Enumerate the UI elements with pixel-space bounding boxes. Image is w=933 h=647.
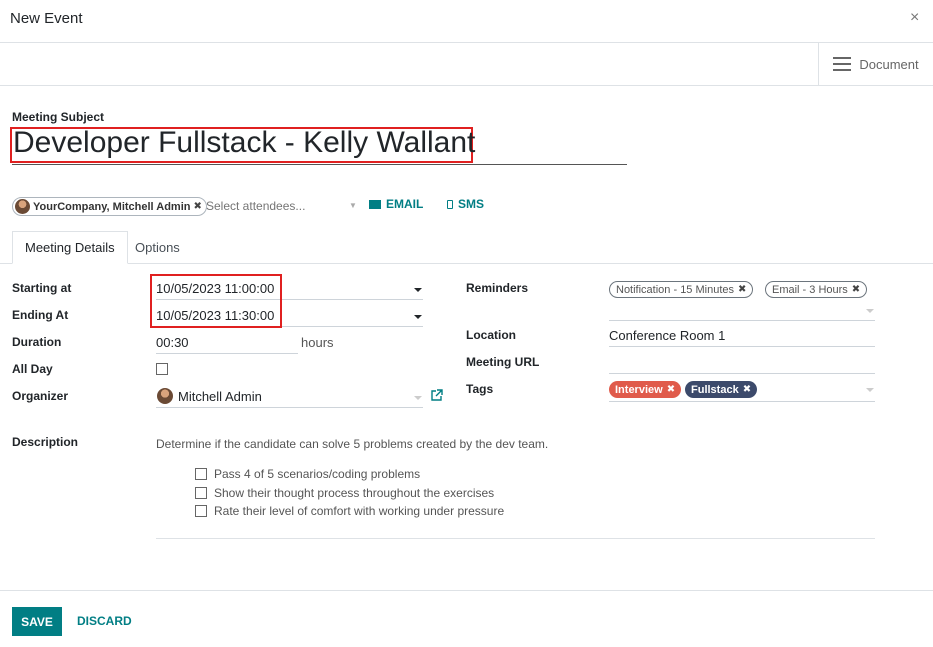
meeting-subject-input[interactable]: Developer Fullstack - Kelly Wallant [13, 126, 475, 160]
attendee-name: YourCompany, Mitchell Admin [33, 200, 191, 213]
chevron-down-icon[interactable] [414, 315, 422, 319]
meeting-subject-label: Meeting Subject [12, 110, 105, 124]
reminder-tag[interactable]: Notification - 15 Minutes ✖ [609, 281, 754, 298]
reminders-label: Reminders [466, 281, 529, 295]
tags-label: Tags [466, 382, 494, 396]
sms-button[interactable]: SMS [447, 197, 484, 211]
chevron-down-icon[interactable] [866, 309, 874, 313]
remove-icon[interactable]: ✖ [738, 284, 746, 295]
tag-interview[interactable]: Interview ✖ [609, 381, 682, 398]
chevron-down-icon[interactable] [866, 388, 874, 392]
tab-options[interactable]: Options [123, 231, 192, 264]
footer-divider [0, 590, 933, 591]
dialog-header [0, 0, 933, 43]
reminders-underline [609, 320, 875, 321]
email-label: EMAIL [386, 197, 424, 211]
reminder-tag[interactable]: Email - 3 Hours ✖ [765, 281, 868, 298]
duration-unit: hours [301, 335, 334, 350]
statusbar [0, 43, 933, 86]
remove-icon[interactable]: ✖ [743, 384, 751, 395]
sms-label: SMS [458, 197, 485, 211]
organizer-label: Organizer [12, 389, 69, 403]
chevron-down-icon[interactable]: ▼ [349, 201, 357, 210]
email-button[interactable]: EMAIL [369, 197, 423, 211]
highlight-box-dates [150, 274, 282, 328]
location-underline [609, 346, 875, 347]
tag-label: Fullstack [691, 383, 739, 396]
meeting-url-underline [609, 373, 875, 374]
task-label: Pass 4 of 5 scenarios/coding problems [214, 467, 421, 481]
envelope-icon [369, 199, 381, 209]
duration-input[interactable]: 00:30 [156, 335, 189, 350]
starting-at-label: Starting at [12, 281, 72, 295]
hamburger-icon [833, 57, 852, 71]
description-label: Description [12, 435, 79, 449]
external-link-icon[interactable] [430, 389, 443, 402]
remove-icon[interactable]: ✖ [667, 384, 675, 395]
organizer-underline [156, 407, 423, 408]
task-label: Show their thought process throughout th… [214, 486, 495, 500]
description-text[interactable]: Determine if the candidate can solve 5 p… [156, 437, 548, 451]
chevron-down-icon[interactable] [414, 396, 422, 400]
phone-icon [447, 199, 453, 209]
tab-meeting-details[interactable]: Meeting Details [12, 231, 128, 264]
discard-button[interactable]: DISCARD [77, 614, 132, 628]
tag-label: Interview [615, 383, 663, 396]
subject-underline [12, 164, 627, 165]
avatar [15, 199, 30, 214]
remove-icon[interactable]: ✖ [193, 201, 201, 212]
dialog-title: New Event [10, 10, 83, 27]
reminder-tag-label: Notification - 15 Minutes [616, 283, 734, 296]
location-input[interactable]: Conference Room 1 [609, 328, 725, 343]
remove-icon[interactable]: ✖ [852, 284, 860, 295]
task-checkbox[interactable] [195, 468, 207, 480]
document-button[interactable]: Document [818, 43, 933, 85]
duration-underline [156, 353, 298, 354]
tags-underline [609, 401, 875, 402]
all-day-checkbox[interactable] [156, 363, 168, 375]
task-label: Rate their level of comfort with working… [214, 504, 505, 518]
reminder-tag-label: Email - 3 Hours [772, 283, 848, 296]
document-label: Document [859, 56, 919, 72]
organizer-input[interactable]: Mitchell Admin [178, 389, 262, 404]
ending-at-label: Ending At [12, 308, 69, 322]
meeting-url-label: Meeting URL [466, 355, 540, 369]
all-day-label: All Day [12, 362, 53, 376]
attendees-search-input[interactable] [206, 199, 356, 213]
attendee-chip[interactable]: YourCompany, Mitchell Admin ✖ [12, 197, 207, 216]
task-checkbox[interactable] [195, 487, 207, 499]
task-checkbox[interactable] [195, 505, 207, 517]
checklist-item[interactable]: Show their thought process throughout th… [195, 485, 494, 501]
chevron-down-icon[interactable] [414, 288, 422, 292]
avatar [157, 388, 173, 404]
checklist-item[interactable]: Rate their level of comfort with working… [195, 503, 504, 519]
duration-label: Duration [12, 335, 62, 349]
save-button[interactable]: SAVE [12, 607, 62, 636]
close-icon[interactable]: × [910, 9, 919, 27]
checklist-item[interactable]: Pass 4 of 5 scenarios/coding problems [195, 466, 420, 482]
tag-fullstack[interactable]: Fullstack ✖ [685, 381, 758, 398]
description-divider [156, 538, 875, 539]
location-label: Location [466, 328, 516, 342]
